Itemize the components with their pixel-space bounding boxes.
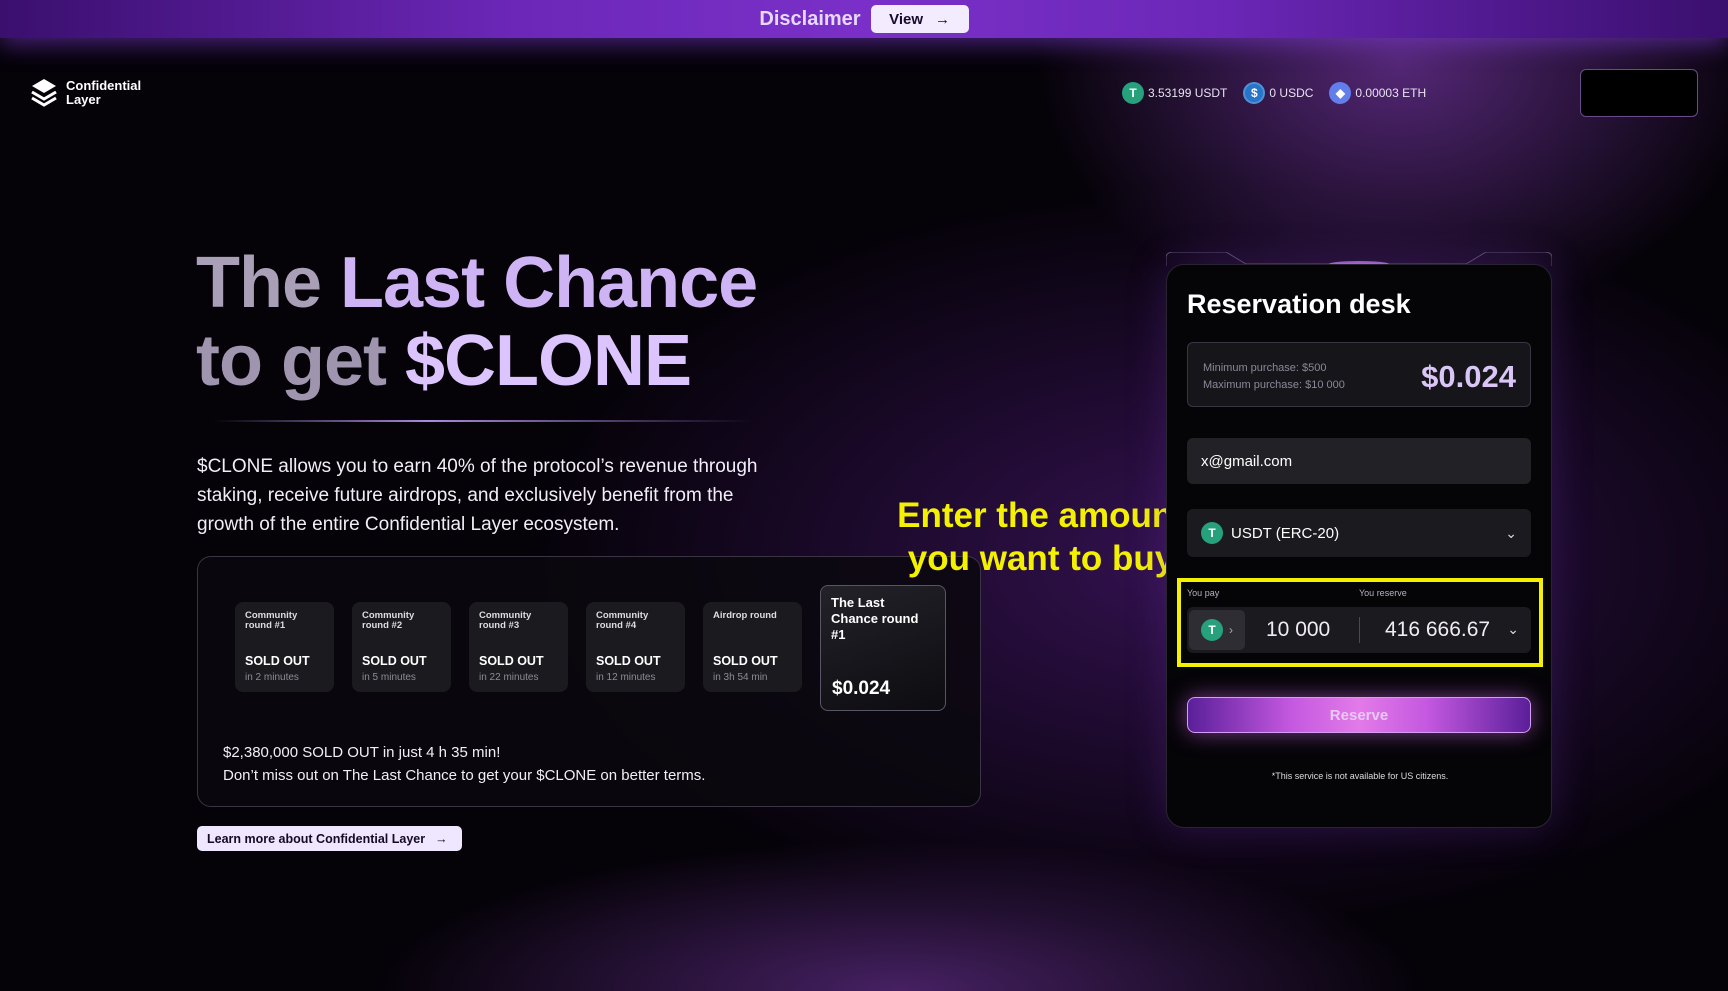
wallet-balances: T 3.53199 USDT $ 0 USDC ◆ 0.00003 ETH [1122,82,1426,104]
hero-title: The Last Chance to get $CLONE [196,243,758,401]
round-card: Airdrop round SOLD OUT in 3h 54 min [703,602,802,692]
learn-more-label: Learn more about Confidential Layer [207,831,426,846]
min-purchase-value: $500 [1302,362,1327,374]
round-time: in 5 minutes [362,672,416,683]
round-name: Airdrop round [713,610,777,621]
balance-eth-text: 0.00003 ETH [1355,86,1427,100]
usdc-icon: $ [1243,82,1266,104]
active-round-name: The Last Chance round #1 [831,595,919,642]
chevron-down-icon: ⌄ [1505,524,1517,541]
max-purchase-label: Maximum purchase: [1203,379,1303,391]
amount-highlight-box [1177,578,1543,667]
purchase-limits: Minimum purchase: $500 Maximum purchase:… [1203,360,1345,394]
max-purchase-value: $10 000 [1305,379,1345,391]
balance-usdt-text: 3.53199 USDT [1148,86,1228,100]
balance-eth: ◆ 0.00003 ETH [1329,82,1426,104]
us-citizens-note: *This service is not available for US ci… [1271,771,1449,781]
disclaimer-banner: Disclaimer View → [0,0,1728,38]
annotation-line: you want to buy [907,539,1175,578]
annotation-line: Enter the amount [897,496,1185,535]
round-time: in 22 minutes [479,672,539,683]
email-field[interactable] [1187,438,1531,484]
view-label: View [889,10,924,28]
logo-text: Confidential Layer [66,79,156,107]
round-card: Community round #3 SOLD OUT in 22 minute… [469,602,568,692]
usdt-icon: T [1201,522,1223,544]
rounds-footer-line: $2,380,000 SOLD OUT in just 4 h 35 min! [223,744,501,761]
disclaimer-title: Disclaimer [759,7,861,30]
logo-line-1: Confidential [66,78,142,93]
learn-more-button[interactable]: Learn more about Confidential Layer → [197,826,462,851]
eth-icon: ◆ [1329,82,1352,104]
hero-divider [212,420,752,422]
arrow-right-icon: → [435,831,448,846]
instruction-annotation: Enter the amount you want to buy [886,494,1196,580]
min-purchase-label: Minimum purchase: [1203,362,1299,374]
balance-usdt: T 3.53199 USDT [1122,82,1227,104]
view-disclaimer-button[interactable]: View → [870,5,969,33]
logo-line-2: Layer [66,92,101,107]
round-status: SOLD OUT [479,654,544,668]
wallet-button[interactable] [1580,69,1698,117]
token-price: $0.024 [1421,359,1516,394]
balance-usdc-text: 0 USDC [1269,86,1314,100]
rounds-card: Community round #1 SOLD OUT in 2 minutes… [197,556,981,807]
round-card: Community round #4 SOLD OUT in 12 minute… [586,602,685,692]
round-time: in 12 minutes [596,672,656,683]
rounds-footer-line: Don’t miss out on The Last Chance to get… [223,767,706,784]
desk-title: Reservation desk [1187,289,1411,319]
hero-title-part: to get [196,321,387,401]
reservation-desk: Reservation desk Minimum purchase: $500 … [1166,264,1552,828]
round-status: SOLD OUT [596,654,661,668]
round-name: Community round #4 [596,610,649,631]
layers-icon [31,79,57,107]
round-time: in 3h 54 min [713,672,768,683]
round-card: Community round #2 SOLD OUT in 5 minutes [352,602,451,692]
min-purchase: Minimum purchase: $500 [1203,360,1345,377]
logo[interactable]: Confidential Layer [30,77,156,109]
usdt-icon: T [1122,82,1144,104]
price-box: Minimum purchase: $500 Maximum purchase:… [1187,342,1531,407]
round-status: SOLD OUT [713,654,778,668]
max-purchase: Maximum purchase: $10 000 [1203,377,1345,394]
round-name: Community round #2 [362,610,415,631]
round-status: SOLD OUT [362,654,427,668]
round-time: in 2 minutes [245,672,299,683]
round-name: Community round #3 [479,610,532,631]
round-status: SOLD OUT [245,654,310,668]
currency-select[interactable]: T USDT (ERC-20) ⌄ [1187,509,1531,557]
arrow-right-icon: → [935,10,951,28]
hero-title-part: $CLONE [404,321,692,401]
balance-usdc: $ 0 USDC [1243,82,1313,104]
round-name: Community round #1 [245,610,298,631]
hero-description: $CLONE allows you to earn 40% of the pro… [197,456,758,535]
currency-label: USDT (ERC-20) [1231,524,1340,542]
hero-title-part: Last Chance [340,243,758,323]
rounds-footer: $2,380,000 SOLD OUT in just 4 h 35 min! … [223,741,705,787]
reserve-button[interactable]: Reserve [1187,697,1531,733]
round-card: Community round #1 SOLD OUT in 2 minutes [235,602,334,692]
active-round-price: $0.024 [832,678,891,699]
hero-title-part: The [196,243,322,323]
active-round-card: The Last Chance round #1 $0.024 [820,585,946,711]
